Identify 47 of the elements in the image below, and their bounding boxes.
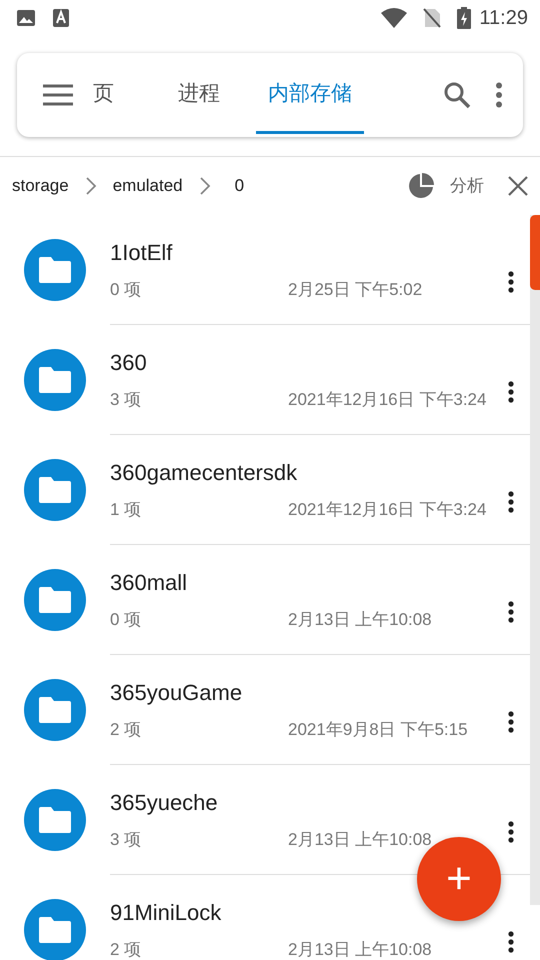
item-count: 1 项 xyxy=(110,499,142,522)
modified-date: 2021年12月16日 下午3:24 xyxy=(288,389,486,412)
item-count: 0 项 xyxy=(110,609,142,632)
item-count: 2 项 xyxy=(110,939,142,960)
breadcrumb-link[interactable]: 0 xyxy=(234,173,244,199)
item-count: 3 项 xyxy=(110,389,142,412)
image-icon xyxy=(16,8,36,28)
battery-icon xyxy=(457,7,472,29)
clock-time: 11:29 xyxy=(479,6,528,31)
item-count: 2 项 xyxy=(110,719,142,742)
file-name: 91MiniLock xyxy=(110,899,222,928)
file-name: 360mall xyxy=(110,569,188,598)
modified-date: 2月25日 下午5:02 xyxy=(288,279,422,302)
file-name: 1IotElf xyxy=(110,239,174,268)
modified-date: 2021年9月8日 下午5:15 xyxy=(288,719,468,742)
item-count: 0 项 xyxy=(110,279,142,302)
analyze-button[interactable]: 分析 xyxy=(408,173,484,199)
breadcrumb-link[interactable]: storage xyxy=(12,173,69,199)
more-options-button[interactable] xyxy=(508,380,514,402)
wifi-icon xyxy=(381,8,408,28)
menu-button[interactable] xyxy=(43,84,73,106)
more-button[interactable] xyxy=(495,82,503,108)
modified-date: 2月13日 上午10:08 xyxy=(288,939,432,960)
file-name: 365yueche xyxy=(110,789,219,818)
item-count: 3 项 xyxy=(110,829,142,852)
modified-date: 2月13日 上午10:08 xyxy=(288,609,432,632)
file-name: 360gamecentersdk xyxy=(110,459,298,488)
tab[interactable]: 内部存储 xyxy=(256,56,364,134)
more-options-button[interactable] xyxy=(508,710,514,732)
search-button[interactable] xyxy=(443,81,471,109)
pie-chart-icon xyxy=(408,173,434,199)
chevron-right-icon xyxy=(84,176,97,196)
more-options-button[interactable] xyxy=(508,270,514,292)
no-sim-icon xyxy=(423,8,442,28)
breadcrumb-link[interactable]: emulated xyxy=(112,173,183,199)
more-options-button[interactable] xyxy=(508,930,514,952)
tab[interactable]: 进程 xyxy=(166,56,232,134)
more-options-button[interactable] xyxy=(508,820,514,842)
file-name: 365youGame xyxy=(110,679,244,708)
more-options-button[interactable] xyxy=(508,490,514,512)
modified-date: 2021年12月16日 下午3:24 xyxy=(288,499,486,522)
chevron-right-icon xyxy=(198,176,211,196)
text-icon xyxy=(52,8,70,28)
more-options-button[interactable] xyxy=(508,600,514,622)
file-name: 360 xyxy=(110,349,148,378)
tab[interactable]: 页 xyxy=(81,56,126,134)
close-button[interactable] xyxy=(508,176,528,196)
